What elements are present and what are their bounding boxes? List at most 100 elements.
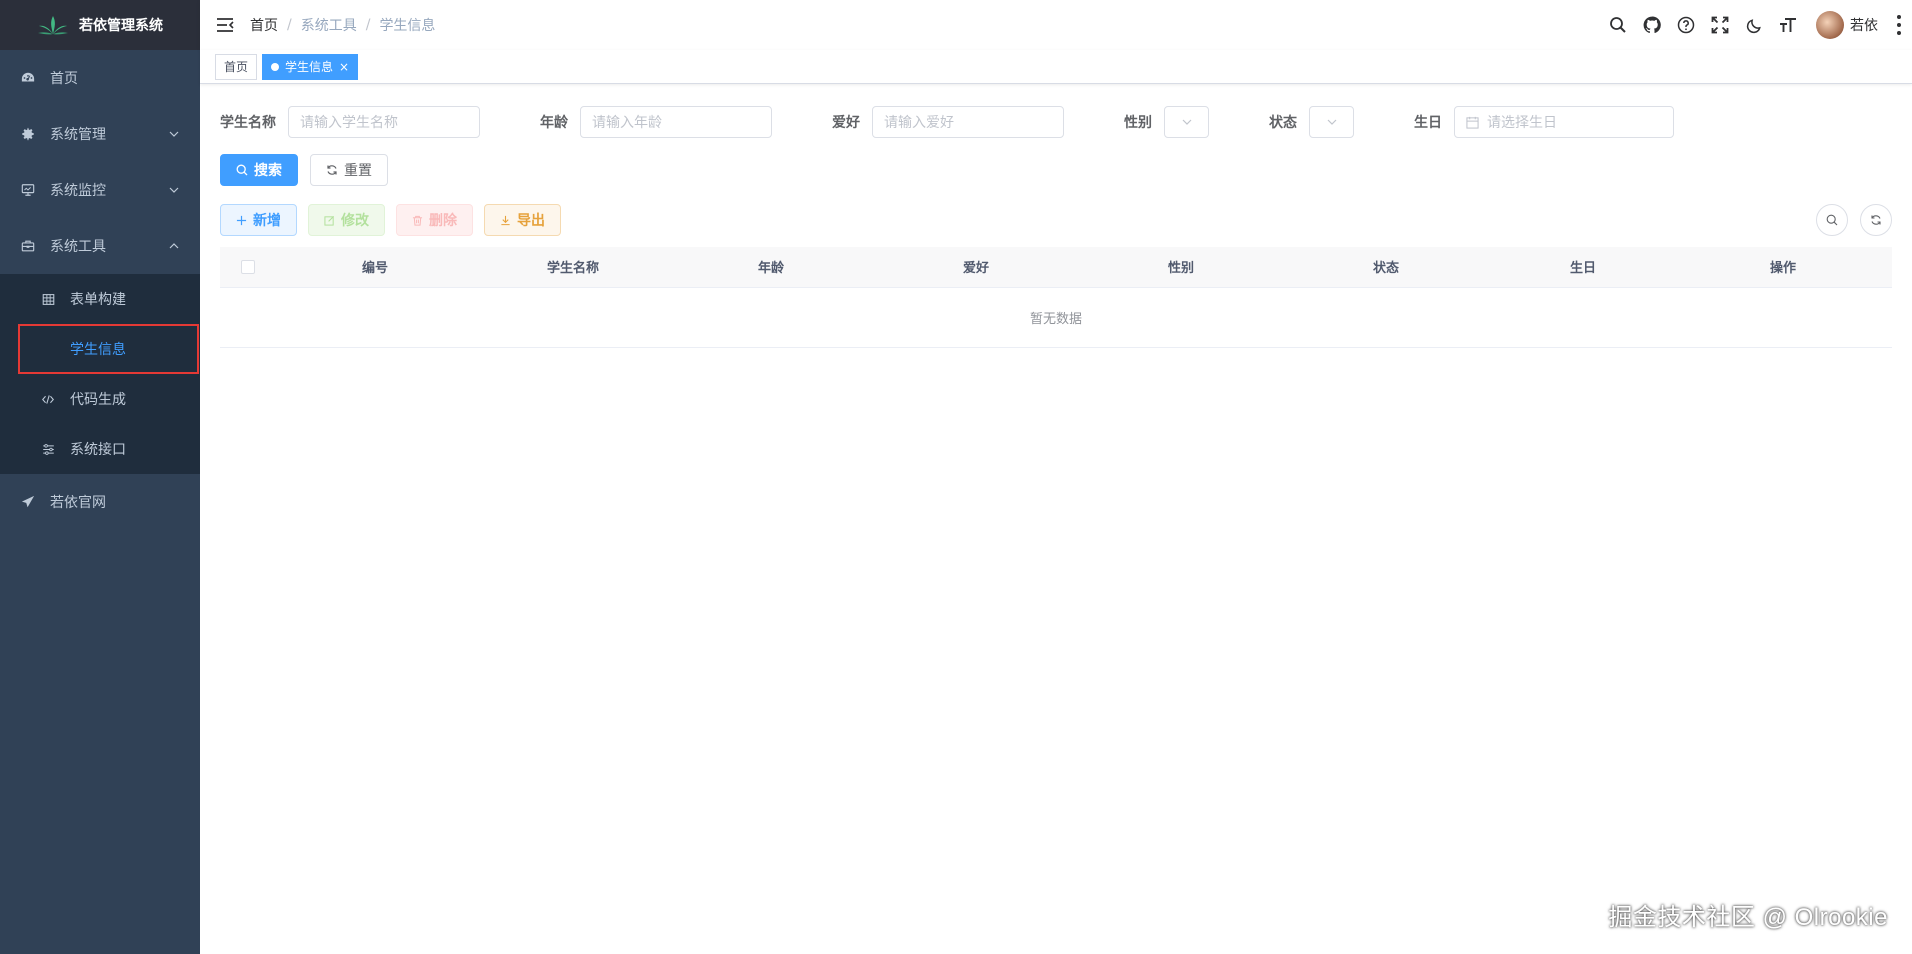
status-select[interactable] [1309,106,1354,138]
sidebar-item-system-management[interactable]: 系统管理 [0,106,200,162]
empty-text: 暂无数据 [220,287,1892,348]
status-label: 状态 [1269,115,1297,131]
sidebar-item-label: 若依官网 [50,495,106,511]
tags-view: 首页 学生信息 × [200,50,1912,84]
breadcrumb: 首页 / 系统工具 / 学生信息 [250,15,435,35]
hobby-label: 爱好 [832,115,860,131]
sidebar-item-home[interactable]: 首页 [0,50,200,106]
sidebar-item-system-api[interactable]: 系统接口 [0,424,200,474]
sidebar-item-label: 表单构建 [70,292,126,308]
edit-button[interactable]: 修改 [308,204,385,236]
font-size-icon[interactable] [1778,15,1798,35]
button-label: 删除 [429,213,457,229]
empty-row: 暂无数据 [220,287,1892,348]
monitor-icon [20,182,36,198]
hamburger-button[interactable] [200,0,250,50]
app-title: 若依管理系统 [79,18,163,34]
fullscreen-icon[interactable] [1710,15,1730,35]
sidebar-item-label: 系统管理 [50,127,106,143]
sidebar-item-system-tools[interactable]: 系统工具 [0,218,200,274]
sidebar-item-code-gen[interactable]: 代码生成 [0,374,200,424]
tag-label: 首页 [224,59,249,74]
tag-label: 学生信息 [285,59,334,74]
sidebar: 若依管理系统 首页 系统管理 系统监控 系统工具 表单构建 学生信息 代码生成 … [0,0,200,954]
student-table: 编号 学生名称 年龄 爱好 性别 状态 生日 操作 暂无数据 [220,247,1892,348]
sidebar-item-label: 学生信息 [70,342,126,358]
sidebar-item-label: 系统监控 [50,183,106,199]
search-icon[interactable] [1608,15,1628,35]
send-icon [20,494,36,510]
avatar[interactable] [1816,11,1844,39]
refresh-icon [327,165,337,175]
add-button[interactable]: 新增 [220,204,297,236]
main-content: 学生名称 请输入学生名称 年龄 请输入年龄 爱好 请输入爱好 性别 状态 生日 … [220,84,1892,348]
delete-button[interactable]: 删除 [396,204,473,236]
sidebar-item-official-site[interactable]: 若依官网 [0,474,200,530]
help-icon[interactable] [1676,15,1696,35]
form-item-hobby: 爱好 请输入爱好 [832,106,1064,138]
input-placeholder: 请选择生日 [1487,115,1557,131]
breadcrumb-item-home[interactable]: 首页 [250,15,278,35]
logo[interactable]: 若依管理系统 [0,0,200,50]
gear-icon [20,126,36,142]
breadcrumb-separator: / [287,17,292,33]
toggle-search-button[interactable] [1816,204,1848,236]
input-placeholder: 请输入爱好 [884,115,954,131]
student-name-input[interactable]: 请输入学生名称 [288,106,480,138]
form-item-birthday: 生日 请选择生日 [1414,106,1674,138]
export-button[interactable]: 导出 [484,204,561,236]
reset-button[interactable]: 重置 [310,154,388,186]
button-label: 新增 [253,213,281,229]
sidebar-item-form-builder[interactable]: 表单构建 [0,274,200,324]
breadcrumb-item-tools: 系统工具 [300,18,357,34]
birthday-label: 生日 [1414,115,1442,131]
sliders-icon [40,441,56,457]
sidebar-item-label: 系统工具 [50,239,106,255]
toolbox-icon [20,238,36,254]
menu-fold-icon [217,18,234,32]
search-button[interactable]: 搜索 [220,154,298,186]
column-header: 学生名称 [474,247,672,288]
hobby-input[interactable]: 请输入爱好 [872,106,1064,138]
name-label: 学生名称 [220,115,276,131]
sidebar-item-student-info[interactable]: 学生信息 [18,324,199,374]
button-label: 修改 [341,213,369,229]
logo-icon [38,16,68,35]
button-label: 导出 [517,213,545,229]
active-dot-icon [271,62,280,71]
select-all-checkbox[interactable] [241,259,255,274]
search-form: 学生名称 请输入学生名称 年龄 请输入年龄 爱好 请输入爱好 性别 状态 生日 … [220,84,1892,154]
form-item-sex: 性别 [1124,106,1209,138]
watermark: 掘金技术社区 @ Olrookie [1608,904,1888,931]
more-vertical-icon[interactable] [1896,15,1902,35]
dashboard-icon [20,70,36,86]
age-label: 年龄 [540,115,568,131]
button-label: 搜索 [254,163,282,179]
chevron-down-icon [169,131,179,137]
column-header: 状态 [1280,247,1492,288]
sex-select[interactable] [1164,106,1209,138]
form-item-age: 年龄 请输入年龄 [540,106,772,138]
close-icon[interactable]: × [339,55,349,79]
code-icon [40,391,56,407]
search-actions: 搜索 重置 [220,154,1892,186]
edit-icon [324,215,335,226]
refresh-button[interactable] [1860,204,1892,236]
user-name: 若依 [1850,18,1878,34]
birthday-datepicker[interactable]: 请选择生日 [1454,106,1674,138]
moon-icon[interactable] [1744,15,1764,35]
tag-student-info[interactable]: 学生信息 × [262,53,359,80]
sidebar-item-system-monitor[interactable]: 系统监控 [0,162,200,218]
select-all-column [220,247,276,288]
trash-icon [412,215,423,226]
column-header: 编号 [276,247,474,288]
search-icon [1826,214,1838,226]
tag-home[interactable]: 首页 [215,53,258,80]
form-item-status: 状态 [1269,106,1354,138]
user-dropdown[interactable]: 若依 [1816,11,1878,39]
sidebar-item-label: 首页 [50,71,78,87]
age-input[interactable]: 请输入年龄 [580,106,772,138]
search-icon [236,164,248,176]
column-header: 性别 [1082,247,1280,288]
github-icon[interactable] [1642,15,1662,35]
